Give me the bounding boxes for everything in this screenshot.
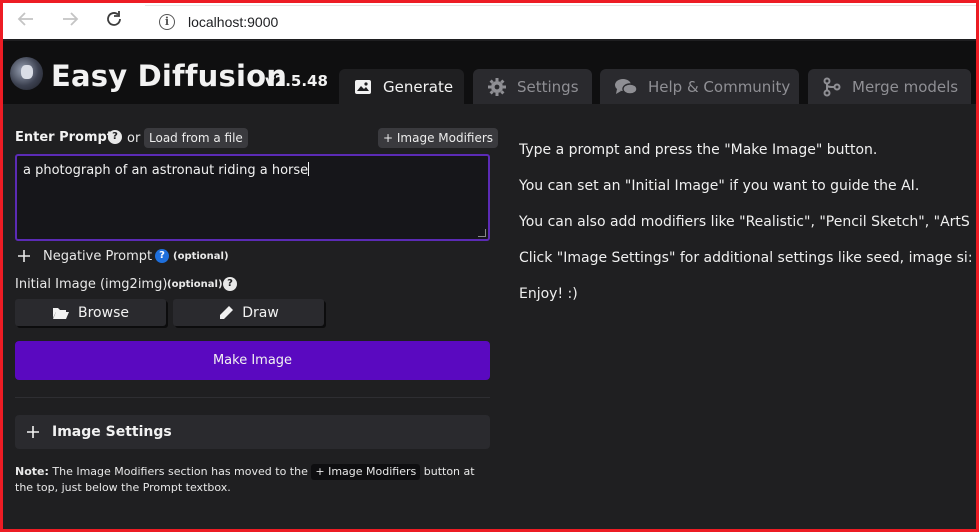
app-header: Easy Diffusion v2.5.48 Generate Settings… <box>3 41 976 104</box>
gear-icon <box>488 77 506 96</box>
plus-icon[interactable] <box>17 249 31 263</box>
prompt-text: a photograph of an astronaut riding a ho… <box>23 163 309 178</box>
make-image-button[interactable]: Make Image <box>15 341 490 380</box>
load-from-file-button[interactable]: Load from a file <box>144 128 248 148</box>
browse-button[interactable]: Browse <box>15 299 166 326</box>
app-title: Easy Diffusion <box>51 59 288 93</box>
resize-handle[interactable] <box>478 229 486 237</box>
info-icon[interactable]: i <box>159 14 175 30</box>
tab-label: Generate <box>383 77 454 96</box>
image-icon <box>355 79 371 94</box>
image-settings-label: Image Settings <box>52 424 172 440</box>
instruction-line: Enjoy! :) <box>519 286 578 302</box>
instruction-line: Type a prompt and press the "Make Image"… <box>519 142 878 158</box>
app-window: i localhost:9000 Easy Diffusion v2.5.48 … <box>3 3 976 529</box>
app-logo <box>10 57 43 90</box>
browser-toolbar: i localhost:9000 <box>3 3 976 39</box>
address-bar[interactable]: i localhost:9000 <box>145 5 976 37</box>
tab-settings[interactable]: Settings <box>473 69 592 104</box>
instruction-line: You can also add modifiers like "Realist… <box>519 214 970 230</box>
browse-label: Browse <box>78 304 129 321</box>
plus-icon <box>27 426 39 438</box>
instruction-line: You can set an "Initial Image" if you wa… <box>519 178 920 194</box>
note-text: Note: The Image Modifiers section has mo… <box>15 464 493 496</box>
initial-image-optional: (optional) <box>167 279 223 290</box>
tab-generate[interactable]: Generate <box>339 69 464 104</box>
url-text: localhost:9000 <box>188 14 279 30</box>
note-modifiers-chip: + Image Modifiers <box>311 464 421 480</box>
instructions-panel: Type a prompt and press the "Make Image"… <box>519 141 976 321</box>
prompt-input[interactable]: a photograph of an astronaut riding a ho… <box>15 154 490 241</box>
app-version: v2.5.48 <box>265 72 328 90</box>
note-body-before: The Image Modifiers section has moved to… <box>52 465 308 478</box>
draw-button[interactable]: Draw <box>173 299 324 326</box>
negative-prompt-optional: (optional) <box>173 251 229 262</box>
arrow-left-icon <box>17 12 33 26</box>
instruction-line: Click "Image Settings" for additional se… <box>519 250 973 266</box>
draw-label: Draw <box>242 304 279 321</box>
image-modifiers-button[interactable]: + Image Modifiers <box>378 128 499 148</box>
reload-icon <box>107 11 121 26</box>
divider <box>15 397 490 398</box>
prompt-label: Enter Prompt <box>15 130 114 145</box>
reload-button[interactable] <box>103 10 125 32</box>
text-caret <box>308 162 310 176</box>
tab-merge-models[interactable]: Merge models <box>808 69 971 104</box>
merge-icon <box>823 77 841 96</box>
help-icon[interactable]: ? <box>155 249 169 263</box>
tab-help-community[interactable]: Help & Community <box>600 69 799 104</box>
chat-icon <box>615 78 638 95</box>
pencil-icon <box>220 305 234 319</box>
help-icon[interactable]: ? <box>223 277 237 291</box>
folder-open-icon <box>53 307 69 319</box>
initial-image-label: Initial Image (img2img) <box>15 277 168 292</box>
back-button[interactable] <box>15 10 37 32</box>
tab-label: Help & Community <box>648 77 791 96</box>
note-prefix: Note: <box>15 465 49 478</box>
prompt-or-text: or <box>127 131 141 146</box>
forward-button[interactable] <box>59 10 81 32</box>
image-settings-toggle[interactable]: Image Settings <box>15 415 490 449</box>
help-icon[interactable]: ? <box>108 130 122 144</box>
arrow-right-icon <box>63 12 79 26</box>
tab-label: Merge models <box>852 77 959 96</box>
tab-label: Settings <box>517 77 579 96</box>
negative-prompt-label[interactable]: Negative Prompt <box>43 249 152 264</box>
